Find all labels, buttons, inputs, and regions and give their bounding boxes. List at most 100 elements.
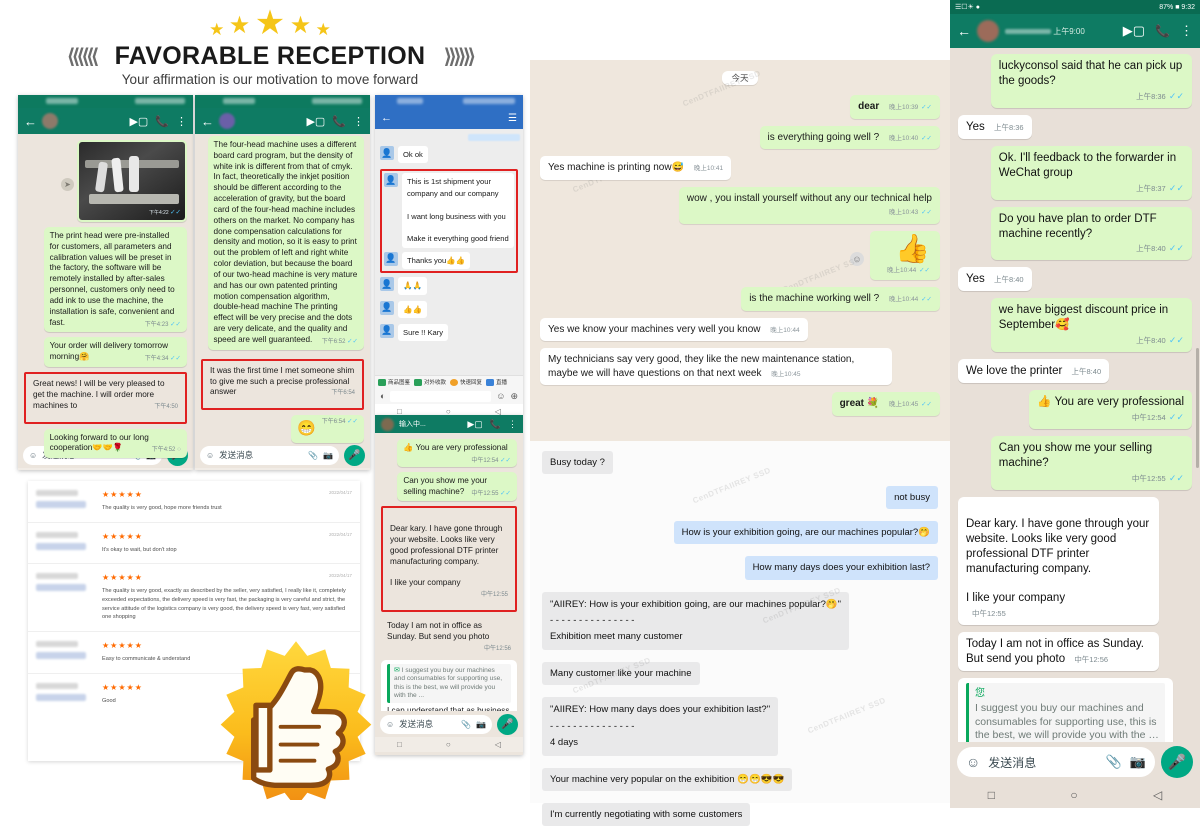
overflow-menu-icon[interactable]: ⋮	[176, 115, 187, 128]
chat-bubble-outgoing[interactable]: How is your exhibition going, are our ma…	[673, 521, 938, 545]
mic-button[interactable]: 🎤	[1161, 746, 1193, 778]
phone-call-icon[interactable]: 📞	[490, 419, 501, 430]
chat-bubble-incoming[interactable]: Dear kary. I have gone through your webs…	[958, 496, 1160, 626]
sticker-message[interactable]: 👍 晚上10:44 ✓✓	[870, 230, 940, 280]
menu-icon[interactable]: ☰	[508, 113, 517, 124]
back-icon[interactable]: ←	[381, 112, 392, 124]
video-call-icon[interactable]: ▶▢	[129, 115, 148, 128]
tool-product-gallery[interactable]: 商品图鉴	[378, 378, 410, 386]
search-input-wrapper[interactable]: ☺ 发送消息 📎 📷	[380, 714, 492, 734]
message-composer[interactable]: ◐ ☺ ⊕	[375, 388, 523, 404]
chat-bubble-incoming[interactable]: Yes we know your machines very well you …	[540, 317, 808, 341]
message-input[interactable]	[390, 390, 492, 402]
chat-bubble-outgoing[interactable]: dear 晚上10:39 ✓✓	[850, 95, 940, 119]
chat-bubble-outgoing[interactable]: 😁 下午6:54 ✓✓	[291, 415, 364, 444]
chat-bubble-incoming[interactable]: Dear kary. I have gone through your webs…	[384, 509, 514, 605]
chat-bubble-outgoing[interactable]: wow , you install yourself without any o…	[678, 186, 940, 224]
overflow-menu-icon[interactable]: ⋮	[353, 115, 364, 128]
voice-icon[interactable]: ◐	[380, 391, 385, 401]
overflow-menu-icon[interactable]: ⋮	[508, 419, 517, 430]
message-input[interactable]: 发送消息	[988, 754, 1097, 771]
message-composer[interactable]: ☺ 发送消息 📎 📷 🎤	[950, 742, 1200, 782]
chat-bubble-incoming[interactable]: It was the first time I met someone shim…	[204, 361, 361, 403]
back-icon[interactable]: ←	[957, 23, 971, 39]
camera-icon[interactable]: 📷	[1130, 754, 1146, 770]
back-icon[interactable]: ←	[24, 115, 37, 128]
quoted-message[interactable]: 您 I suggest you buy our machines and con…	[966, 683, 1166, 742]
header-actions[interactable]: ▶▢ 📞 ⋮	[306, 115, 364, 128]
android-navbar[interactable]: □ ○ ◁	[18, 468, 193, 470]
chat-bubble-incoming[interactable]: "AIIREY: How is your exhibition going, a…	[542, 591, 850, 651]
chat-bubble-incoming[interactable]: Great news! I will be very pleased to ge…	[27, 375, 184, 416]
chat-bubble-incoming[interactable]: Busy today ?	[542, 450, 613, 474]
chat-bubble-outgoing[interactable]: is the machine working well ? 晚上10:44 ✓✓	[741, 287, 940, 311]
message-list[interactable]: luckyconsol said that he can pick up the…	[950, 48, 1200, 742]
chat-bubble-incoming[interactable]: Yes machine is printing now😅 晚上10:41	[540, 156, 732, 180]
chat-bubble-outgoing[interactable]: not busy	[886, 485, 938, 510]
chat-bubble-incoming[interactable]: 👍👍	[398, 300, 427, 318]
video-call-icon[interactable]: ▶▢	[1123, 23, 1145, 39]
back-nav-icon[interactable]: ◁	[495, 407, 501, 416]
chat-bubble-incoming[interactable]: "AIIREY: How many days does your exhibit…	[542, 697, 779, 756]
camera-icon[interactable]: 📷	[476, 720, 486, 729]
mic-button[interactable]: 🎤	[497, 713, 518, 735]
recents-icon[interactable]: □	[397, 740, 402, 749]
chat-bubble-outgoing[interactable]: The four-head machine uses a different b…	[207, 136, 364, 350]
chat-header[interactable]: 输入中... ▶▢ 📞 ⋮	[375, 415, 523, 433]
search-input-wrapper[interactable]: ☺ 发送消息 📎 📷	[200, 445, 339, 465]
chat-bubble-incoming[interactable]: Many customer like your machine	[542, 662, 700, 686]
message-composer[interactable]: ☺ 发送消息 📎 📷 🎤	[375, 711, 523, 737]
chat-header[interactable]: ← ☰	[375, 107, 523, 129]
chat-bubble-outgoing[interactable]: luckyconsol said that he can pick up the…	[990, 54, 1192, 108]
chat-bubble-incoming[interactable]: Yes 上午8:36	[958, 114, 1032, 139]
video-call-icon[interactable]: ▶▢	[306, 115, 325, 128]
message-input[interactable]: 发送消息	[399, 718, 456, 730]
android-navbar[interactable]: □ ○ ◁	[375, 404, 523, 415]
back-nav-icon[interactable]: ◁	[495, 740, 501, 749]
chat-header[interactable]: ← ▶▢ 📞 ⋮	[18, 108, 193, 134]
review-row[interactable]: 2022/04/17 ★★★★★ The quality is very goo…	[28, 481, 360, 523]
message-list[interactable]: 👍 You are very professional 中午12:54 ✓✓ C…	[375, 433, 523, 711]
chat-bubble-outgoing[interactable]: Ok. I'll feedback to the forwarder in We…	[990, 145, 1192, 200]
chat-bubble-incoming[interactable]: Sure !! Kary	[398, 323, 449, 342]
attach-icon[interactable]: 📎	[1106, 754, 1122, 770]
back-icon[interactable]: ←	[201, 115, 214, 128]
chat-bubble-outgoing[interactable]: Can you show me your selling machine? 中午…	[990, 435, 1192, 490]
review-row[interactable]: 2022/04/17 ★★★★★ The quality is very goo…	[28, 564, 360, 632]
home-icon[interactable]: ○	[446, 407, 451, 416]
phone-call-icon[interactable]: 📞	[332, 115, 346, 128]
message-input[interactable]: 发送消息	[219, 449, 303, 461]
chat-bubble-outgoing[interactable]: Can you show me your selling machine? 中午…	[397, 471, 517, 502]
video-call-icon[interactable]: ▶▢	[467, 419, 482, 430]
android-navbar[interactable]: □ ○ ◁	[950, 782, 1200, 808]
quoted-message[interactable]: ✉ I suggest you buy our machines and con…	[387, 663, 511, 703]
recents-icon[interactable]: □	[397, 407, 402, 416]
tool-external-payment[interactable]: 对外收款	[414, 378, 446, 386]
tool-live[interactable]: 直播	[486, 378, 507, 386]
chat-bubble-outgoing[interactable]: is everything going well ? 晚上10:40 ✓✓	[759, 125, 940, 149]
message-list[interactable]: ➤ 下午4:22 ✓✓ The print head were pre-inst…	[18, 134, 193, 459]
chat-bubble-outgoing[interactable]: How many days does your exhibition last?	[744, 556, 938, 580]
chat-bubble-incoming[interactable]: This is 1st shipment your company and ou…	[402, 173, 514, 248]
home-icon[interactable]: ○	[446, 740, 451, 749]
chat-bubble-incoming[interactable]: We love the printer 上午8:40	[958, 359, 1110, 384]
scrollbar[interactable]	[1196, 348, 1199, 468]
chat-bubble-outgoing[interactable]: The print head were pre-installed for cu…	[43, 227, 187, 333]
message-list[interactable]: Ok ok This is 1st shipment your company …	[375, 129, 523, 375]
overflow-menu-icon[interactable]: ⋮	[1180, 23, 1193, 39]
chat-bubble-incoming[interactable]: Today I am not in office as Sunday. But …	[381, 617, 517, 655]
review-row[interactable]: 2022/04/17 ★★★★★ It's okay to wait, but …	[28, 523, 360, 565]
chat-bubble-incoming[interactable]: Thanks you👍👍	[402, 251, 471, 270]
chat-bubble-incoming[interactable]: 🙏🙏	[398, 277, 427, 295]
phone-call-icon[interactable]: 📞	[1155, 24, 1170, 38]
chat-bubble-incoming[interactable]: 您 I suggest you buy our machines and con…	[958, 678, 1174, 742]
chat-bubble-incoming[interactable]: Today I am not in office as Sunday. But …	[958, 632, 1160, 672]
emoji-icon[interactable]: ☺	[966, 754, 980, 770]
attach-icon[interactable]: 📎	[308, 451, 318, 460]
image-message[interactable]: 下午4:22 ✓✓	[77, 140, 187, 222]
chat-bubble-outgoing[interactable]: Your order will delivery tomorrow mornin…	[43, 337, 187, 368]
plus-icon[interactable]: ⊕	[510, 391, 518, 402]
chat-header[interactable]: ← ▶▢ 📞 ⋮	[195, 108, 370, 134]
chat-bubble-incoming[interactable]: Yes 上午8:40	[958, 267, 1032, 292]
emoji-reaction-icon[interactable]: ☺	[850, 251, 865, 266]
